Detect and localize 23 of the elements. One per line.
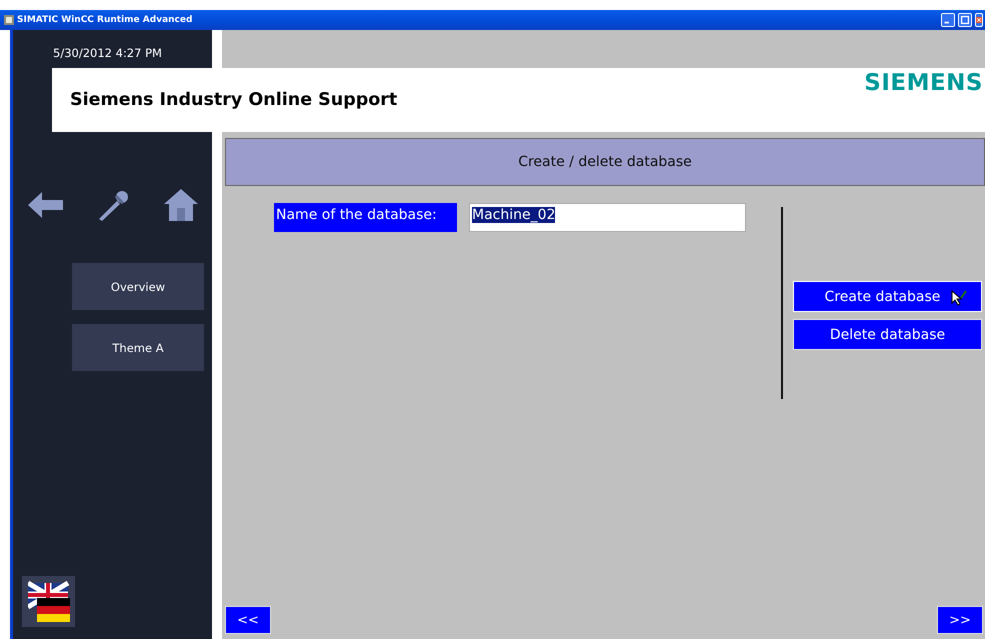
action-button[interactable]: Delete database [793, 319, 982, 350]
action-button[interactable]: Create database [793, 281, 982, 312]
language-button[interactable] [22, 576, 75, 627]
minimize-icon[interactable] [941, 13, 955, 27]
screen-heading: Create / delete database [225, 138, 985, 186]
date-time: 5/30/2012 4:27 PM [53, 46, 162, 60]
maximize-icon[interactable] [958, 13, 972, 27]
header-title: Siemens Industry Online Support [70, 90, 398, 110]
flags-icon [28, 580, 70, 622]
menu-button[interactable]: Theme A [72, 324, 204, 371]
previous-button[interactable]: << [225, 606, 271, 634]
home-icon[interactable] [164, 189, 198, 221]
cursor-icon [951, 290, 967, 306]
back-arrow-icon[interactable] [28, 192, 63, 218]
brand-logo: SIEMENS [864, 70, 983, 96]
app-icon [4, 15, 14, 25]
menu-button[interactable]: Overview [72, 263, 204, 310]
next-button[interactable]: >> [937, 606, 983, 634]
close-icon[interactable] [975, 13, 983, 27]
pipette-icon[interactable] [96, 189, 130, 221]
field-label: Name of the database: [274, 203, 457, 232]
window-title: SIMATIC WinCC Runtime Advanced [17, 15, 194, 25]
input-field[interactable]: Machine_02 [469, 203, 746, 232]
